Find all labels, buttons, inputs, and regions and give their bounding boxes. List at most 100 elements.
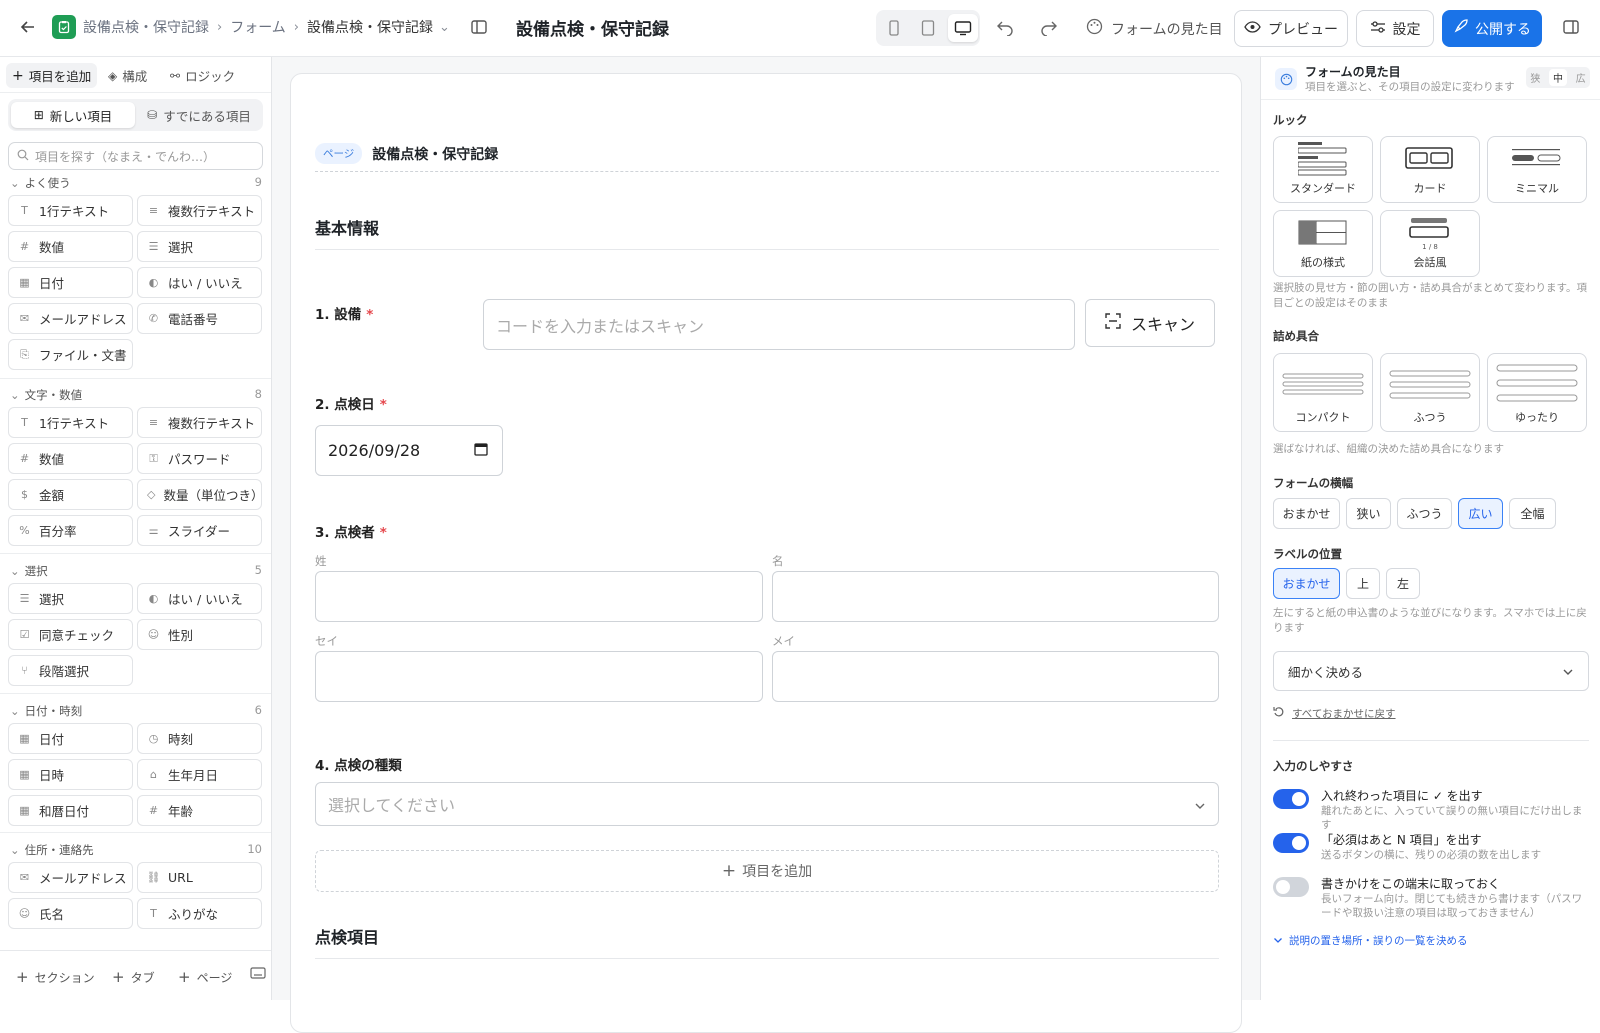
- page-header[interactable]: ページ 設備点検・保守記録: [315, 136, 1219, 172]
- field-type-item[interactable]: ☑ 同意チェック: [8, 619, 133, 650]
- chevron-down-icon[interactable]: ⌄: [439, 20, 450, 35]
- field-type-item[interactable]: # 年齢: [137, 795, 262, 826]
- question-label[interactable]: 2. 点検日 *: [315, 393, 387, 413]
- field-type-item[interactable]: T 1行テキスト: [8, 195, 133, 226]
- tab-add-item[interactable]: + 項目を追加: [6, 63, 98, 88]
- size-narrow-chip[interactable]: 狭: [1530, 70, 1540, 85]
- field-type-item[interactable]: ⛓ URL: [137, 862, 262, 893]
- inspection-type-select[interactable]: 選択してください: [315, 782, 1219, 826]
- tab-structure[interactable]: ◈ 構成: [102, 63, 153, 88]
- width-wide-chip[interactable]: 広い: [1458, 498, 1503, 529]
- field-type-item[interactable]: ☰ 選択: [8, 583, 133, 614]
- seg-new-items[interactable]: ⊞ 新しい項目: [11, 102, 135, 128]
- field-type-item[interactable]: ≡ 複数行テキスト: [137, 407, 262, 438]
- sidebar-toggle-icon[interactable]: [470, 18, 488, 36]
- field-type-item[interactable]: ▦ 日付: [8, 267, 133, 298]
- width-full-chip[interactable]: 全幅: [1509, 498, 1556, 529]
- field-type-item[interactable]: ☺ 性別: [137, 619, 262, 650]
- add-section-button[interactable]: + セクション: [16, 968, 95, 986]
- publish-button[interactable]: 公開する: [1442, 10, 1542, 47]
- size-wide-chip[interactable]: 広: [1576, 70, 1586, 85]
- look-minimal[interactable]: ミニマル: [1487, 136, 1587, 203]
- density-relaxed[interactable]: ゆったり: [1487, 353, 1587, 432]
- fine-tune-dropdown[interactable]: 細かく決める: [1273, 651, 1589, 691]
- add-field-button[interactable]: + 項目を追加: [315, 850, 1219, 892]
- settings-button[interactable]: 設定: [1356, 10, 1434, 47]
- field-type-item[interactable]: ⚌ スライダー: [137, 515, 262, 546]
- first-name-input[interactable]: [772, 571, 1219, 622]
- field-type-item[interactable]: ⚿ パスワード: [137, 443, 262, 474]
- category-header[interactable]: ⌄ 選択 5: [10, 563, 262, 579]
- look-standard[interactable]: スタンダード: [1273, 136, 1373, 203]
- breadcrumb-item[interactable]: 設備点検・保守記録: [83, 17, 209, 37]
- field-type-item[interactable]: # 数値: [8, 231, 133, 262]
- breadcrumb-item[interactable]: フォーム: [230, 17, 286, 37]
- category-header[interactable]: ⌄ よく使う 9: [10, 175, 262, 191]
- inspection-date-input[interactable]: 2026/09/28: [315, 425, 503, 476]
- field-type-item[interactable]: T 1行テキスト: [8, 407, 133, 438]
- mobile-view-icon[interactable]: [880, 14, 908, 42]
- width-normal-chip[interactable]: ふつう: [1397, 498, 1452, 529]
- question-label[interactable]: 3. 点検者 *: [315, 521, 387, 541]
- field-type-item[interactable]: $ 金額: [8, 479, 133, 510]
- label-top-chip[interactable]: 上: [1346, 568, 1380, 599]
- field-type-item[interactable]: ◐ はい / いいえ: [137, 583, 262, 614]
- look-card[interactable]: カード: [1380, 136, 1480, 203]
- density-normal[interactable]: ふつう: [1380, 353, 1480, 432]
- field-type-item[interactable]: ⑂ 段階選択: [8, 655, 133, 686]
- field-type-item[interactable]: ▦ 和暦日付: [8, 795, 133, 826]
- field-type-item[interactable]: ☺ 氏名: [8, 898, 133, 929]
- add-page-button[interactable]: + ページ: [178, 968, 232, 986]
- preview-button[interactable]: プレビュー: [1234, 10, 1348, 47]
- field-type-item[interactable]: ▦ 日付: [8, 723, 133, 754]
- undo-icon[interactable]: [996, 18, 1014, 36]
- field-type-item[interactable]: ≡ 複数行テキスト: [137, 195, 262, 226]
- back-arrow-icon[interactable]: [18, 17, 38, 37]
- right-panel-toggle-icon[interactable]: [1562, 18, 1580, 36]
- density-compact[interactable]: コンパクト: [1273, 353, 1373, 432]
- field-type-item[interactable]: # 数値: [8, 443, 133, 474]
- form-title[interactable]: 設備点検・保守記録: [516, 15, 669, 40]
- width-narrow-chip[interactable]: 狭い: [1346, 498, 1391, 529]
- toggle-switch[interactable]: [1273, 789, 1309, 809]
- section-title[interactable]: 基本情報: [315, 215, 1219, 250]
- keyboard-icon[interactable]: [250, 967, 266, 979]
- width-auto-chip[interactable]: おまかせ: [1273, 498, 1340, 529]
- reset-all-link[interactable]: すべておまかせに戻す: [1273, 706, 1396, 721]
- item-search-input[interactable]: 項目を探す（なまえ・でんわ…）: [8, 142, 263, 170]
- tablet-view-icon[interactable]: [914, 14, 942, 42]
- field-type-item[interactable]: ◇ 数量（単位つき）: [137, 479, 263, 510]
- appearance-button[interactable]: フォームの見た目: [1086, 18, 1223, 39]
- category-header[interactable]: ⌄ 住所・連絡先 10: [10, 842, 262, 858]
- scan-button[interactable]: スキャン: [1085, 299, 1215, 347]
- category-header[interactable]: ⌄ 日付・時刻 6: [10, 703, 262, 719]
- field-type-item[interactable]: ◐ はい / いいえ: [137, 267, 262, 298]
- field-type-item[interactable]: ◷ 時刻: [137, 723, 262, 754]
- seg-existing-items[interactable]: ⛁ すでにある項目: [138, 102, 260, 128]
- field-type-item[interactable]: ✆ 電話番号: [137, 303, 262, 334]
- toggle-switch[interactable]: [1273, 877, 1309, 897]
- section-title[interactable]: 点検項目: [315, 924, 1219, 959]
- label-auto-chip[interactable]: おまかせ: [1273, 568, 1340, 599]
- toggle-switch[interactable]: [1273, 833, 1309, 853]
- field-type-item[interactable]: ⎘ ファイル・文書: [8, 339, 133, 370]
- field-type-item[interactable]: T ふりがな: [137, 898, 262, 929]
- look-paper-form[interactable]: 紙の様式: [1273, 210, 1373, 277]
- question-label[interactable]: 4. 点検の種類: [315, 754, 402, 774]
- breadcrumb-current[interactable]: 設備点検・保守記録: [307, 17, 433, 37]
- desktop-view-icon[interactable]: [948, 14, 978, 42]
- category-header[interactable]: ⌄ 文字・数値 8: [10, 387, 262, 403]
- field-type-item[interactable]: ✉ メールアドレス: [8, 862, 133, 893]
- tab-logic[interactable]: ⚯ ロジック: [164, 63, 241, 88]
- size-medium-chip[interactable]: 中: [1548, 69, 1567, 86]
- calendar-icon[interactable]: [474, 441, 488, 460]
- last-name-input[interactable]: [315, 571, 763, 622]
- more-settings-link[interactable]: 説明の置き場所・誤りの一覧を決める: [1273, 933, 1468, 948]
- field-type-item[interactable]: ✉ メールアドレス: [8, 303, 133, 334]
- field-type-item[interactable]: ⌂ 生年月日: [137, 759, 262, 790]
- look-conversational[interactable]: 1 / 8 会話風: [1380, 210, 1480, 277]
- field-type-item[interactable]: % 百分率: [8, 515, 133, 546]
- last-name-kana-input[interactable]: [315, 651, 763, 702]
- redo-icon[interactable]: [1040, 18, 1058, 36]
- add-tab-button[interactable]: + タブ: [112, 968, 155, 986]
